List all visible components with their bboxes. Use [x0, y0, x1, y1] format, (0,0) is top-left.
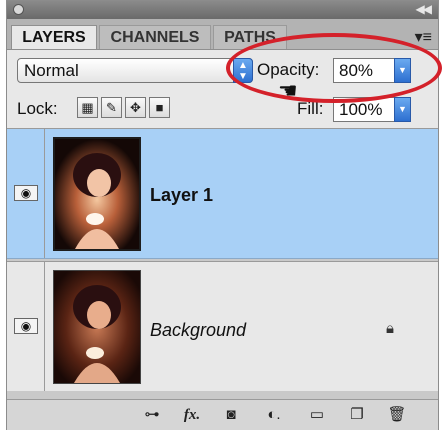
lock-transparency-icon[interactable]: ▦ — [77, 97, 98, 118]
layer-row[interactable]: ◉ Background 🔒︎ — [7, 261, 438, 391]
scrubby-cursor-icon: ☚ — [278, 78, 298, 103]
new-layer-icon[interactable]: ❐ — [345, 405, 369, 425]
layer-thumbnail[interactable] — [53, 137, 141, 251]
layer-row[interactable]: ◉ Layer 1 — [7, 129, 438, 259]
tab-layers[interactable]: LAYERS — [11, 25, 97, 49]
adjustment-icon[interactable]: ◐. — [261, 405, 287, 425]
panel-titlebar: ◀◀ — [7, 1, 438, 19]
panel-menu-icon[interactable]: ▾≡ — [415, 27, 432, 47]
layers-list: ◉ Layer 1 ◉ Background 🔒︎ — [7, 129, 438, 399]
trash-icon[interactable]: 🗑︎ — [385, 405, 409, 425]
layer-name[interactable]: Layer 1 — [150, 185, 213, 206]
lock-image-pixels-icon[interactable]: ✎ — [101, 97, 122, 118]
layer-name[interactable]: Background — [150, 320, 246, 341]
tab-channels[interactable]: CHANNELS — [99, 25, 211, 49]
close-icon[interactable] — [13, 4, 24, 15]
layers-toolbar: ⊶ fx. ◙ ◐. ▭ ❐ 🗑︎ — [7, 399, 438, 430]
lock-icon: 🔒︎ — [386, 320, 394, 337]
lock-label: Lock: — [17, 99, 58, 118]
eye-icon[interactable]: ◉ — [14, 185, 38, 201]
lock-all-icon[interactable]: ■ — [149, 97, 170, 118]
fill-value: 100% — [339, 100, 383, 119]
blend-mode-value: Normal — [24, 61, 79, 80]
lock-position-icon[interactable]: ✥ — [125, 97, 146, 118]
mask-icon[interactable]: ◙ — [219, 405, 243, 425]
folder-icon[interactable]: ▭ — [305, 405, 329, 425]
collapse-icon[interactable]: ◀◀ — [416, 2, 433, 16]
fx-icon[interactable]: fx. — [177, 405, 207, 425]
blend-mode-select[interactable]: Normal ▲ ▼ — [17, 58, 253, 83]
layer-thumbnail[interactable] — [53, 270, 141, 384]
chevron-down-icon[interactable]: ▼ — [394, 97, 411, 122]
link-icon[interactable]: ⊶ — [139, 405, 165, 425]
visibility-column: ◉ — [7, 129, 45, 258]
eye-icon[interactable]: ◉ — [14, 318, 38, 334]
visibility-column: ◉ — [7, 262, 45, 391]
annotation-ellipse — [226, 33, 442, 103]
